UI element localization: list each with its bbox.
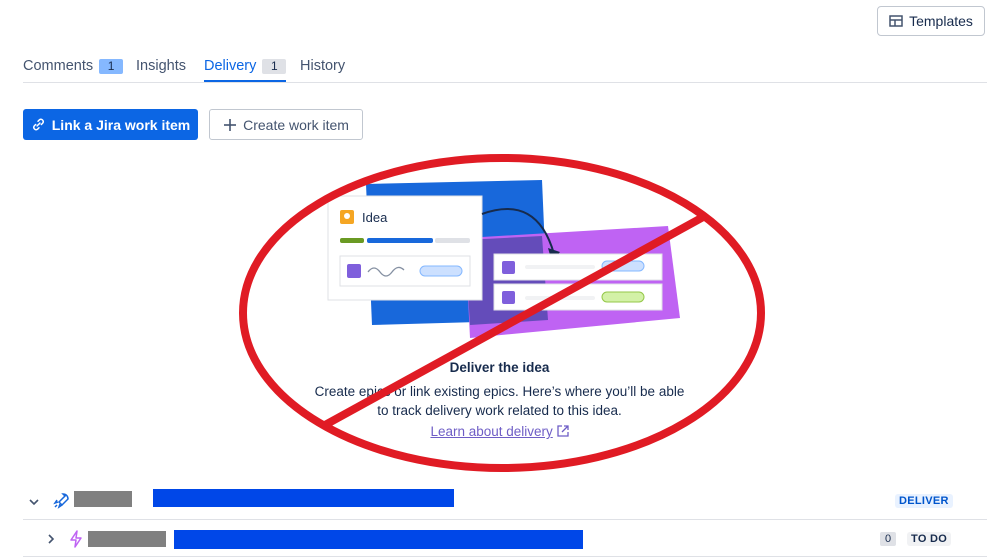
templates-label: Templates (909, 13, 973, 29)
tab-insights[interactable]: Insights (136, 58, 186, 74)
redacted-summary (153, 489, 454, 507)
redacted-key (74, 491, 132, 507)
learn-about-delivery-text: Learn about delivery (430, 424, 553, 439)
chevron-down-icon[interactable] (28, 496, 40, 508)
learn-about-delivery-link[interactable]: Learn about delivery (430, 424, 552, 439)
link-jira-button[interactable]: Link a Jira work item (23, 109, 198, 140)
empty-state-description-line1: Create epics or link existing epics. Her… (314, 384, 685, 399)
create-work-item-label: Create work item (243, 116, 349, 133)
template-icon (889, 15, 903, 27)
templates-button[interactable]: Templates (877, 6, 985, 36)
tab-delivery-count: 1 (262, 58, 287, 74)
tab-comments[interactable]: Comments 1 (23, 58, 124, 74)
redacted-key (88, 531, 166, 547)
lightning-icon (70, 530, 82, 548)
tab-comments-count: 1 (99, 58, 124, 74)
tab-delivery-label: Delivery (204, 58, 257, 74)
epic-lightning-icon-2 (502, 291, 515, 304)
external-link-icon (556, 425, 569, 437)
chevron-right-icon[interactable] (45, 533, 57, 545)
tab-history-label: History (300, 58, 346, 74)
tab-insights-label: Insights (136, 58, 186, 74)
link-icon (32, 118, 44, 131)
tab-comments-label: Comments (23, 58, 94, 74)
illustration-idea-label: Idea (362, 210, 388, 225)
empty-state-description: Create epics or link existing epics. Her… (0, 382, 999, 420)
learn-about-delivery-container: Learn about delivery (0, 424, 999, 439)
empty-state-title: Deliver the idea (449, 360, 550, 375)
lightning-icon (347, 264, 361, 278)
active-tab-indicator (204, 80, 286, 82)
status-badge: TO DO (907, 532, 952, 546)
child-count-badge: 0 (880, 532, 897, 546)
redacted-summary (174, 530, 583, 549)
tab-bar: Comments 1 Insights Delivery 1 History (23, 52, 987, 83)
plus-icon (224, 118, 237, 131)
tab-delivery[interactable]: Delivery 1 (204, 58, 287, 74)
link-jira-label: Link a Jira work item (51, 116, 191, 133)
status-badge: DELIVER (895, 494, 953, 508)
tab-history[interactable]: History (300, 58, 345, 74)
table-row[interactable]: DELIVER (23, 486, 987, 520)
epic-lightning-icon-1 (502, 261, 515, 274)
empty-state-description-line2: to track delivery work related to this i… (377, 403, 622, 418)
delivery-illustration: Idea (327, 180, 680, 338)
rocket-icon (53, 493, 69, 509)
create-work-item-button[interactable]: Create work item (209, 109, 363, 140)
table-row[interactable]: 0 TO DO (23, 521, 987, 557)
